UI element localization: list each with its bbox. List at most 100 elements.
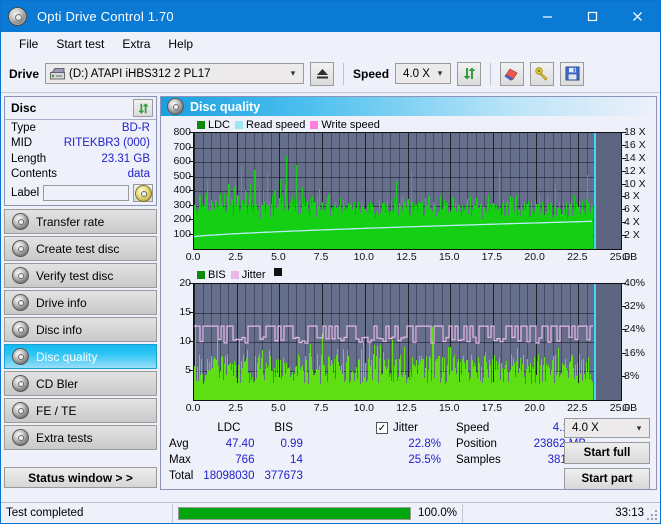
legend-label-write-speed: Write speed [321, 119, 380, 131]
title-bar: Opti Drive Control 1.70 [1, 1, 660, 32]
eject-button[interactable] [310, 61, 335, 86]
sidebar-item-disc-quality[interactable]: Disc quality [4, 344, 157, 369]
position-cursor [594, 284, 596, 400]
sidebar-item-label: Disc info [36, 322, 83, 337]
panel-title: Disc quality [190, 99, 261, 114]
progress-bar [178, 506, 411, 520]
disc-row-type-key: Type [11, 121, 36, 134]
stats-header-row: LDC BIS [167, 420, 308, 436]
app-icon [8, 7, 27, 26]
drive-select[interactable]: (D:) ATAPI iHBS312 2 PL17 ▾ [45, 63, 305, 84]
sidebar-item-cd-bler[interactable]: CD Bler [4, 371, 157, 396]
x-tick-label: 7.5 [313, 402, 329, 414]
x-tick-label: 22.5 [567, 251, 588, 263]
minimize-button[interactable] [525, 1, 570, 32]
speed-select[interactable]: 4.0 X ▾ [395, 63, 452, 84]
legend-item-ldc: LDC [197, 119, 230, 131]
toolbar-divider-2 [490, 62, 492, 85]
jitter-max-row: 25.5% [376, 452, 441, 468]
sidebar-item-transfer-rate[interactable]: Transfer rate [4, 209, 157, 234]
disc-icon [12, 429, 29, 446]
disc-label-button[interactable] [133, 184, 153, 202]
stats-row-total: Total 18098030 377673 [167, 468, 308, 484]
start-part-button[interactable]: Start part [564, 468, 650, 489]
tick-mark [622, 306, 626, 307]
read-speed-line [194, 220, 593, 238]
tick-mark [622, 132, 626, 133]
drive-icon [50, 67, 66, 80]
legend-swatch-jitter [230, 271, 239, 279]
menu-item-file[interactable]: File [10, 35, 47, 53]
tick-mark [622, 235, 626, 236]
stats-avg-bis: 0.99 [280, 438, 303, 450]
status-progress: 100.0% [173, 503, 463, 523]
speed-key: Speed [456, 422, 490, 434]
stats-row-avg-key: Avg [169, 438, 189, 450]
status-window-button[interactable]: Status window > > [4, 467, 157, 488]
y2-tick-label: 8% [624, 369, 640, 382]
disc-label-input[interactable] [43, 185, 129, 201]
stats-table: LDC BIS Avg 47.40 0.99 Max 766 14 Total … [167, 420, 308, 484]
x-tick-label: 17.5 [481, 251, 503, 263]
jitter-checkbox-row[interactable]: ✓ Jitter [376, 420, 441, 436]
panel-header: Disc quality [161, 97, 656, 116]
disc-row-type-value: BD-R [121, 121, 150, 134]
disc-panel-title: Disc [11, 101, 37, 115]
x-tick-label: 7.5 [313, 251, 329, 263]
legend-swatch-ldc [197, 121, 205, 129]
start-full-button[interactable]: Start full [564, 442, 650, 464]
stats-row-max: Max 766 14 [167, 452, 308, 468]
sidebar-item-label: FE / TE [36, 403, 77, 418]
jitter-checkbox[interactable]: ✓ [376, 422, 388, 434]
x-axis-unit-label: GB [622, 251, 638, 263]
x-tick-label: 10.0 [353, 251, 375, 263]
menu-item-start-test[interactable]: Start test [47, 35, 113, 53]
legend-item-write-speed: Write speed [310, 119, 380, 131]
tick-mark [622, 145, 626, 146]
disc-panel-header: Disc [5, 97, 156, 120]
sidebar-item-disc-info[interactable]: Disc info [4, 317, 157, 342]
disc-refresh-button[interactable] [133, 99, 153, 117]
maximize-button[interactable] [570, 1, 615, 32]
menu-item-help[interactable]: Help [159, 35, 202, 53]
test-speed-select[interactable]: 4.0 X ▾ [564, 418, 650, 438]
x-tick-label: 10.0 [353, 402, 375, 414]
save-button[interactable] [560, 61, 585, 86]
disc-row-mid: MID RITEKBR3 (000) [5, 136, 156, 152]
bis-y-axis-right: 8% 16% 24% 32% 40% [622, 277, 654, 401]
stats-max-bis: 14 [290, 454, 303, 466]
legend-label-jitter: Jitter [241, 269, 266, 281]
y2-tick-label: 2 X [624, 229, 640, 242]
chevron-down-icon: ▾ [636, 422, 642, 433]
menu-item-extra[interactable]: Extra [113, 35, 159, 53]
tick-mark [622, 353, 626, 354]
test-speed-value: 4.0 X [572, 422, 599, 434]
disc-icon [12, 375, 29, 392]
sidebar-item-label: Transfer rate [36, 214, 105, 229]
disc-row-length: Length 23.31 GB [5, 151, 156, 167]
sidebar-item-fe-te[interactable]: FE / TE [4, 398, 157, 423]
ldc-plot-row: 100 200 300 400 500 600 700 800 2 X4 X6 X8 X 10 … [163, 126, 654, 250]
x-tick-label: 5.0 [271, 251, 286, 263]
close-button[interactable] [615, 1, 660, 32]
bis-jitter-chart: BIS Jitter 5101520 8% 16% 24% 32% 40% 0.0 2.5… [161, 265, 656, 416]
eraser-button[interactable] [500, 61, 525, 86]
sidebar-item-verify-test-disc[interactable]: Verify test disc [4, 263, 157, 288]
refresh-button[interactable] [457, 61, 482, 86]
tick-mark [622, 158, 626, 159]
y2-tick-label: 16 X [624, 138, 646, 151]
drive-select-value: (D:) ATAPI iHBS312 2 PL17 [69, 67, 211, 80]
resize-grip[interactable] [647, 510, 658, 521]
ldc-y-axis-left: 100 200 300 400 500 600 700 800 [163, 126, 193, 250]
tools-button[interactable] [530, 61, 555, 86]
stats-panel: LDC BIS Avg 47.40 0.99 Max 766 14 Total … [161, 416, 656, 489]
sidebar-item-create-test-disc[interactable]: Create test disc [4, 236, 157, 261]
sidebar-item-extra-tests[interactable]: Extra tests [4, 425, 157, 450]
status-message: Test completed [1, 503, 173, 523]
disc-row-contents-key: Contents [11, 168, 58, 181]
sidebar-item-label: Drive info [36, 295, 87, 310]
stats-avg-ldc: 47.40 [225, 438, 255, 450]
sidebar-item-drive-info[interactable]: Drive info [4, 290, 157, 315]
x-tick-label: 17.5 [481, 402, 503, 414]
